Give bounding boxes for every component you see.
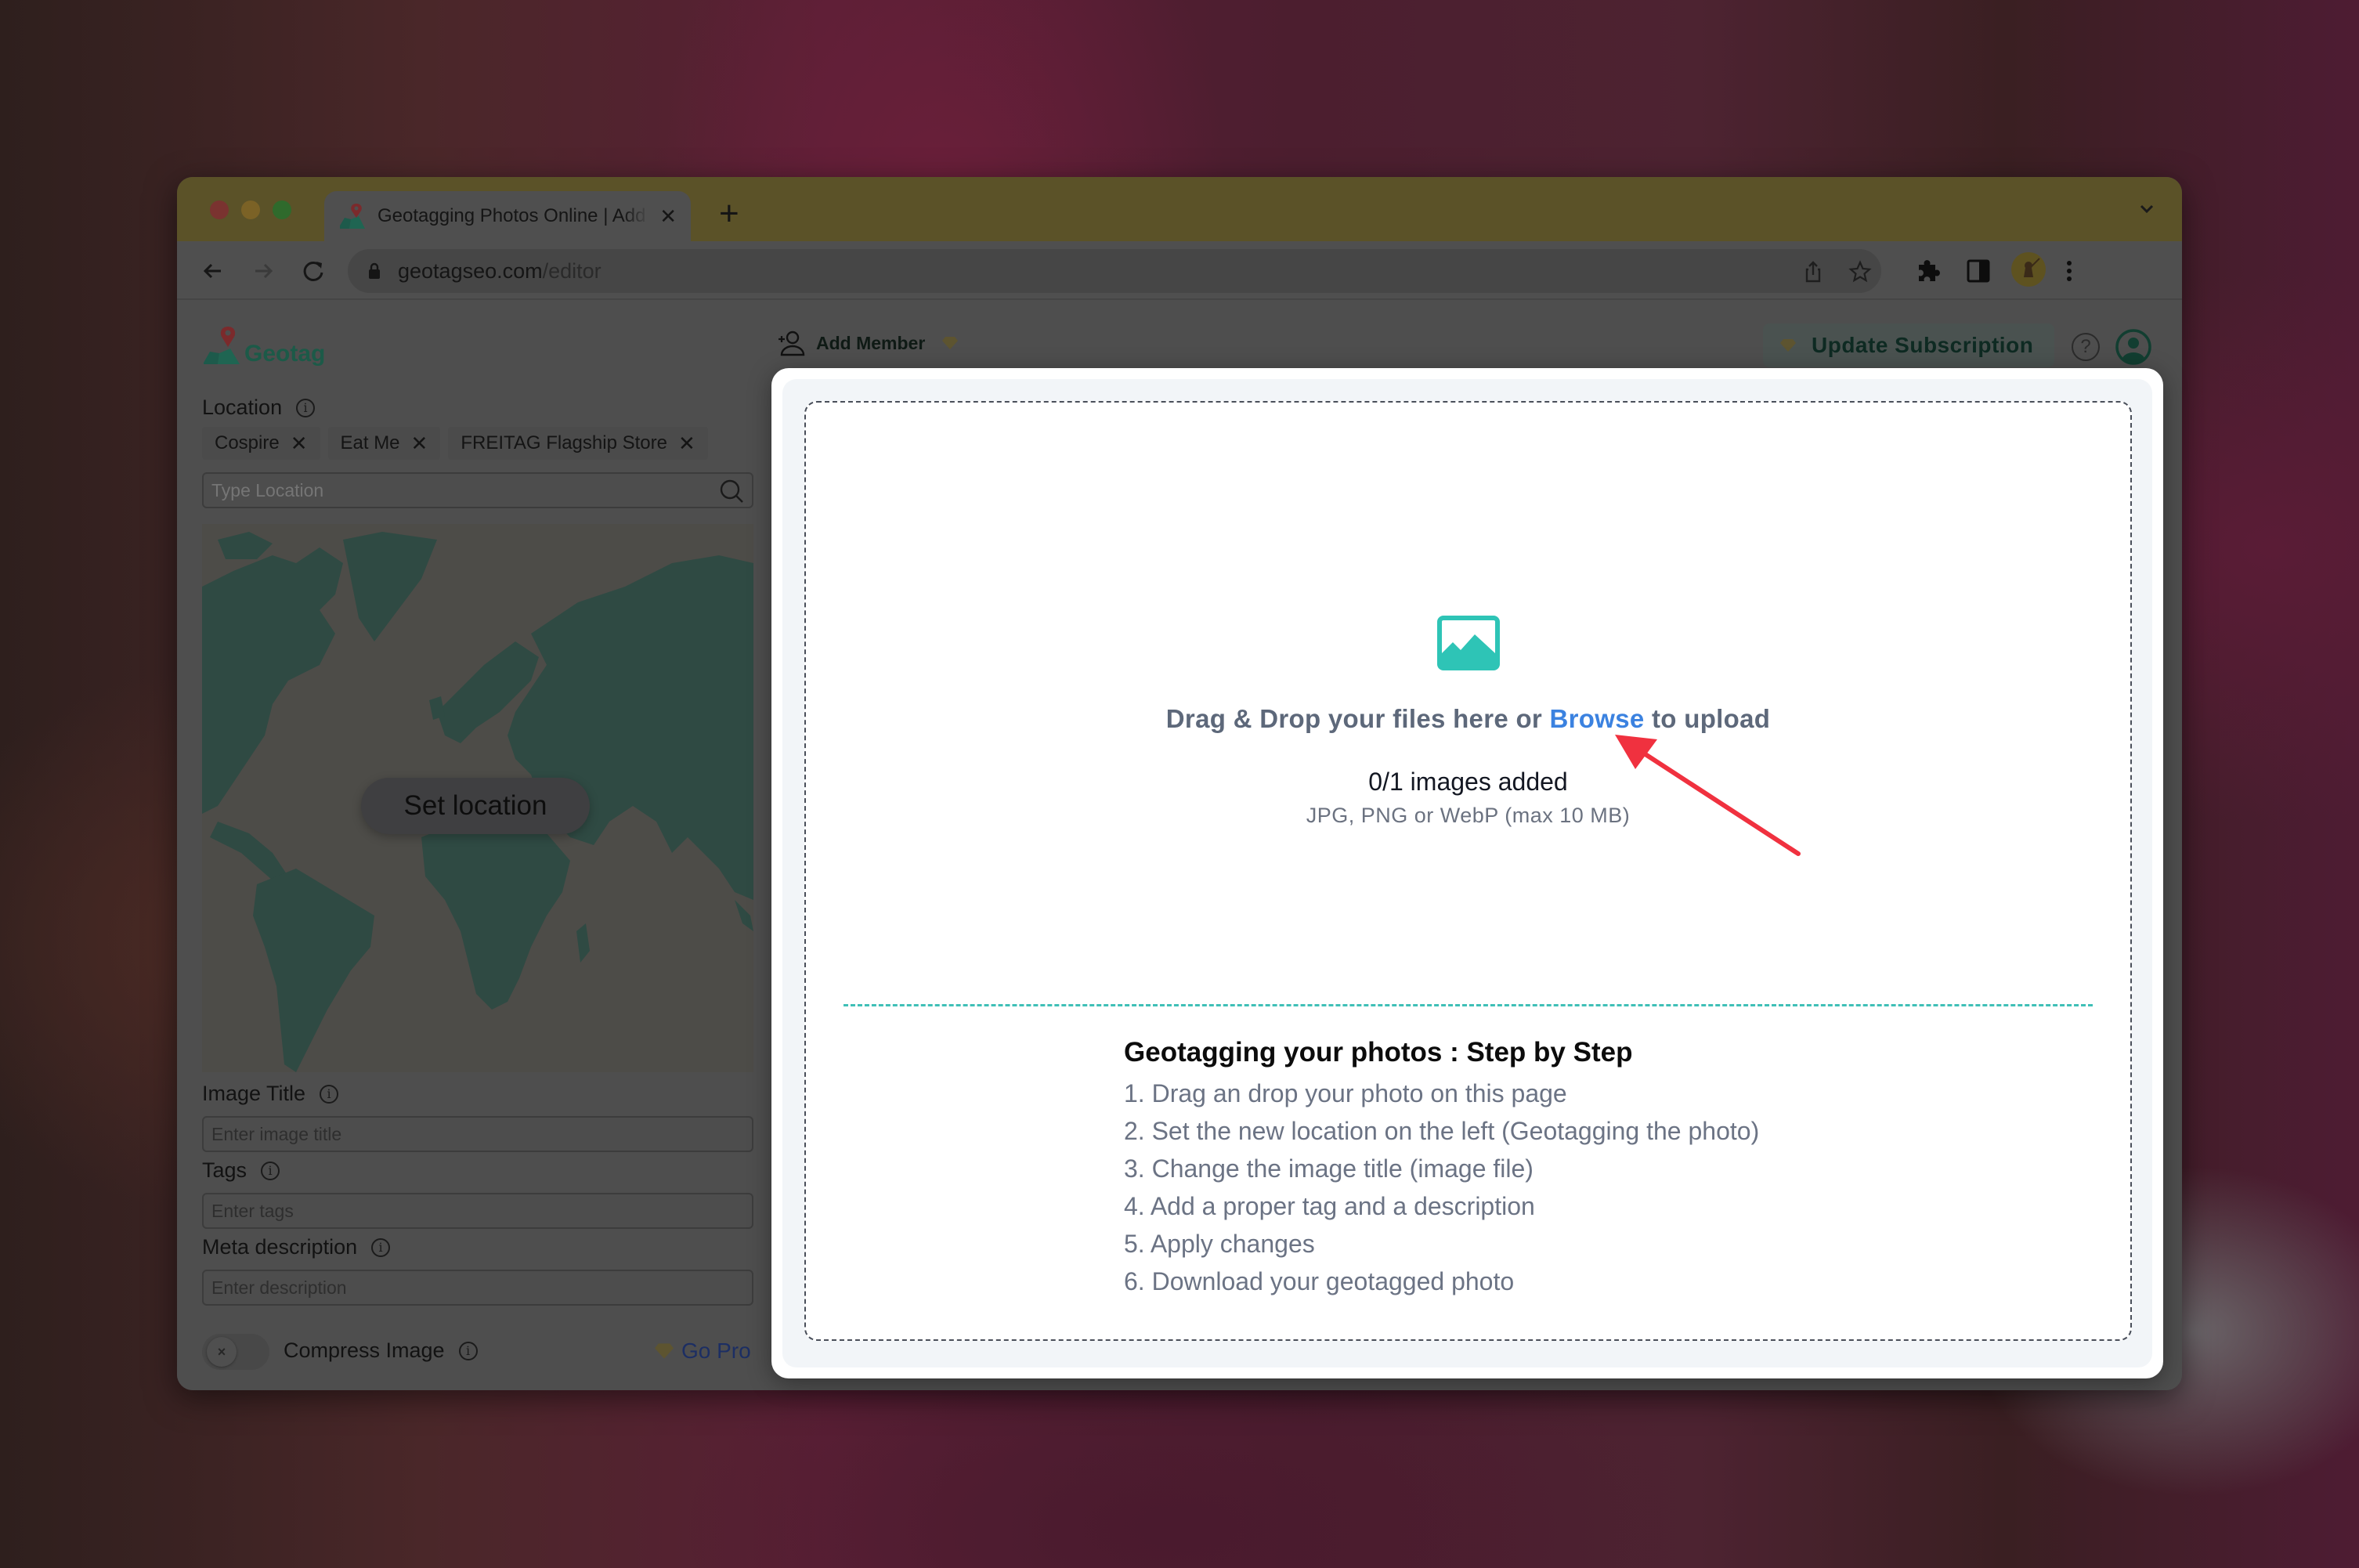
share-icon[interactable]: [1801, 260, 1825, 284]
step-item: 3. Change the image title (image file): [1124, 1154, 1534, 1183]
tags-input[interactable]: [202, 1193, 753, 1229]
location-chip: FREITAG Flagship Store ✕: [448, 427, 708, 460]
address-bar[interactable]: geotagseo.com/editor: [348, 249, 1881, 293]
info-icon[interactable]: i: [458, 1341, 478, 1360]
bookmark-star-icon[interactable]: [1848, 260, 1872, 284]
profile-avatar-icon[interactable]: [2010, 251, 2047, 288]
chip-label: Cospire: [215, 432, 280, 453]
info-icon[interactable]: i: [296, 398, 316, 417]
images-count: 0/1 images added: [1368, 768, 1568, 796]
toggle-off-icon: ×: [207, 1337, 237, 1367]
update-subscription-button[interactable]: Update Subscription: [1763, 323, 2054, 367]
update-subscription-label: Update Subscription: [1812, 333, 2034, 357]
tab-bar: Geotagging Photos Online | Add Location …: [177, 177, 2182, 241]
remove-chip-icon[interactable]: ✕: [291, 432, 308, 456]
image-title-label: Image Title: [202, 1082, 306, 1105]
step-item: 2. Set the new location on the left (Geo…: [1124, 1117, 1760, 1145]
drop-text-before: Drag & Drop your files here or: [1165, 704, 1550, 733]
premium-diamond-icon: [942, 337, 959, 349]
drop-instructions: Drag & Drop your files here or Browse to…: [806, 704, 2130, 734]
tab-title: Geotagging Photos Online | Add Location …: [378, 205, 650, 226]
location-chips: Cospire ✕ Eat Me ✕ FREITAG Flagship Stor…: [202, 427, 708, 460]
tab-close-icon[interactable]: ✕: [659, 204, 677, 229]
extensions-puzzle-icon[interactable]: [1914, 257, 1942, 285]
user-profile-icon[interactable]: [2115, 328, 2152, 366]
chip-label: FREITAG Flagship Store: [461, 432, 667, 453]
url-text: geotagseo.com/editor: [398, 258, 601, 283]
tab-geotagging[interactable]: Geotagging Photos Online | Add Location …: [324, 191, 691, 241]
set-location-button[interactable]: Set location: [361, 778, 590, 834]
reload-icon[interactable]: [298, 255, 329, 287]
location-search-field: [202, 472, 753, 508]
geotag-logo-icon: [204, 327, 240, 364]
add-member-button[interactable]: Add Member: [777, 330, 959, 356]
tab-list-chevron-icon[interactable]: [2135, 197, 2159, 221]
more-menu-icon[interactable]: [2055, 257, 2083, 285]
section-divider: [844, 1004, 2093, 1006]
compress-label-row: Compress Image i: [284, 1339, 478, 1363]
step-item: 4. Add a proper tag and a description: [1124, 1192, 1535, 1220]
steps-title: Geotagging your photos : Step by Step: [1124, 1037, 1633, 1068]
go-pro-label: Go Pro: [681, 1339, 751, 1363]
remove-chip-icon[interactable]: ✕: [411, 432, 428, 456]
meta-description-input[interactable]: [202, 1270, 753, 1306]
forward-icon[interactable]: [247, 255, 279, 287]
meta-description-label: Meta description: [202, 1235, 358, 1259]
side-panel-icon[interactable]: [1964, 257, 1992, 285]
go-pro-link[interactable]: Go Pro: [655, 1339, 751, 1364]
minimize-window-button[interactable]: [241, 201, 260, 219]
tags-label: Tags: [202, 1158, 247, 1182]
geotag-logo[interactable]: Geotag: [202, 325, 325, 366]
lock-icon: [368, 262, 381, 280]
compress-image-toggle[interactable]: ×: [202, 1334, 269, 1370]
meta-description-label-row: Meta description i: [202, 1235, 391, 1259]
upload-modal: Drag & Drop your files here or Browse to…: [771, 368, 2163, 1378]
browser-toolbar: geotagseo.com/editor: [177, 241, 2182, 300]
info-icon[interactable]: i: [371, 1237, 391, 1257]
location-search-input[interactable]: [204, 474, 752, 507]
info-icon[interactable]: i: [261, 1161, 280, 1180]
accepted-formats: JPG, PNG or WebP (max 10 MB): [1306, 804, 1631, 827]
logo-text: Geotag: [244, 341, 326, 367]
image-title-label-row: Image Title i: [202, 1082, 339, 1106]
tags-label-row: Tags i: [202, 1158, 280, 1183]
location-label: Location: [202, 396, 283, 419]
new-tab-button[interactable]: +: [719, 194, 739, 233]
close-window-button[interactable]: [210, 201, 229, 219]
location-label-row: Location i: [202, 396, 316, 420]
location-chip: Cospire ✕: [202, 427, 320, 460]
drop-text-after: to upload: [1644, 704, 1771, 733]
info-icon[interactable]: i: [320, 1084, 339, 1104]
world-map[interactable]: Set location: [202, 524, 753, 1072]
file-dropzone[interactable]: Drag & Drop your files here or Browse to…: [804, 401, 2132, 1341]
search-icon[interactable]: [719, 479, 744, 504]
add-user-icon: [779, 331, 805, 356]
maximize-window-button[interactable]: [273, 201, 291, 219]
step-item: 5. Apply changes: [1124, 1230, 1315, 1258]
help-icon[interactable]: ?: [2072, 333, 2100, 361]
back-icon[interactable]: [197, 255, 229, 287]
premium-diamond-icon: [1780, 339, 1796, 352]
remove-chip-icon[interactable]: ✕: [678, 432, 695, 456]
image-title-input[interactable]: [202, 1116, 753, 1152]
geotag-favicon-icon: [338, 202, 367, 230]
chip-label: Eat Me: [340, 432, 400, 453]
location-chip: Eat Me ✕: [327, 427, 441, 460]
compress-image-label: Compress Image: [284, 1339, 445, 1362]
premium-diamond-icon: [655, 1343, 674, 1359]
step-item: 6. Download your geotagged photo: [1124, 1267, 1515, 1295]
step-item: 1. Drag an drop your photo on this page: [1124, 1079, 1567, 1107]
browse-link[interactable]: Browse: [1550, 704, 1645, 733]
add-member-label: Add Member: [816, 332, 926, 353]
steps-section: Geotagging your photos : Step by Step 1.…: [1124, 1037, 1759, 1300]
image-upload-icon: [1436, 614, 1501, 672]
